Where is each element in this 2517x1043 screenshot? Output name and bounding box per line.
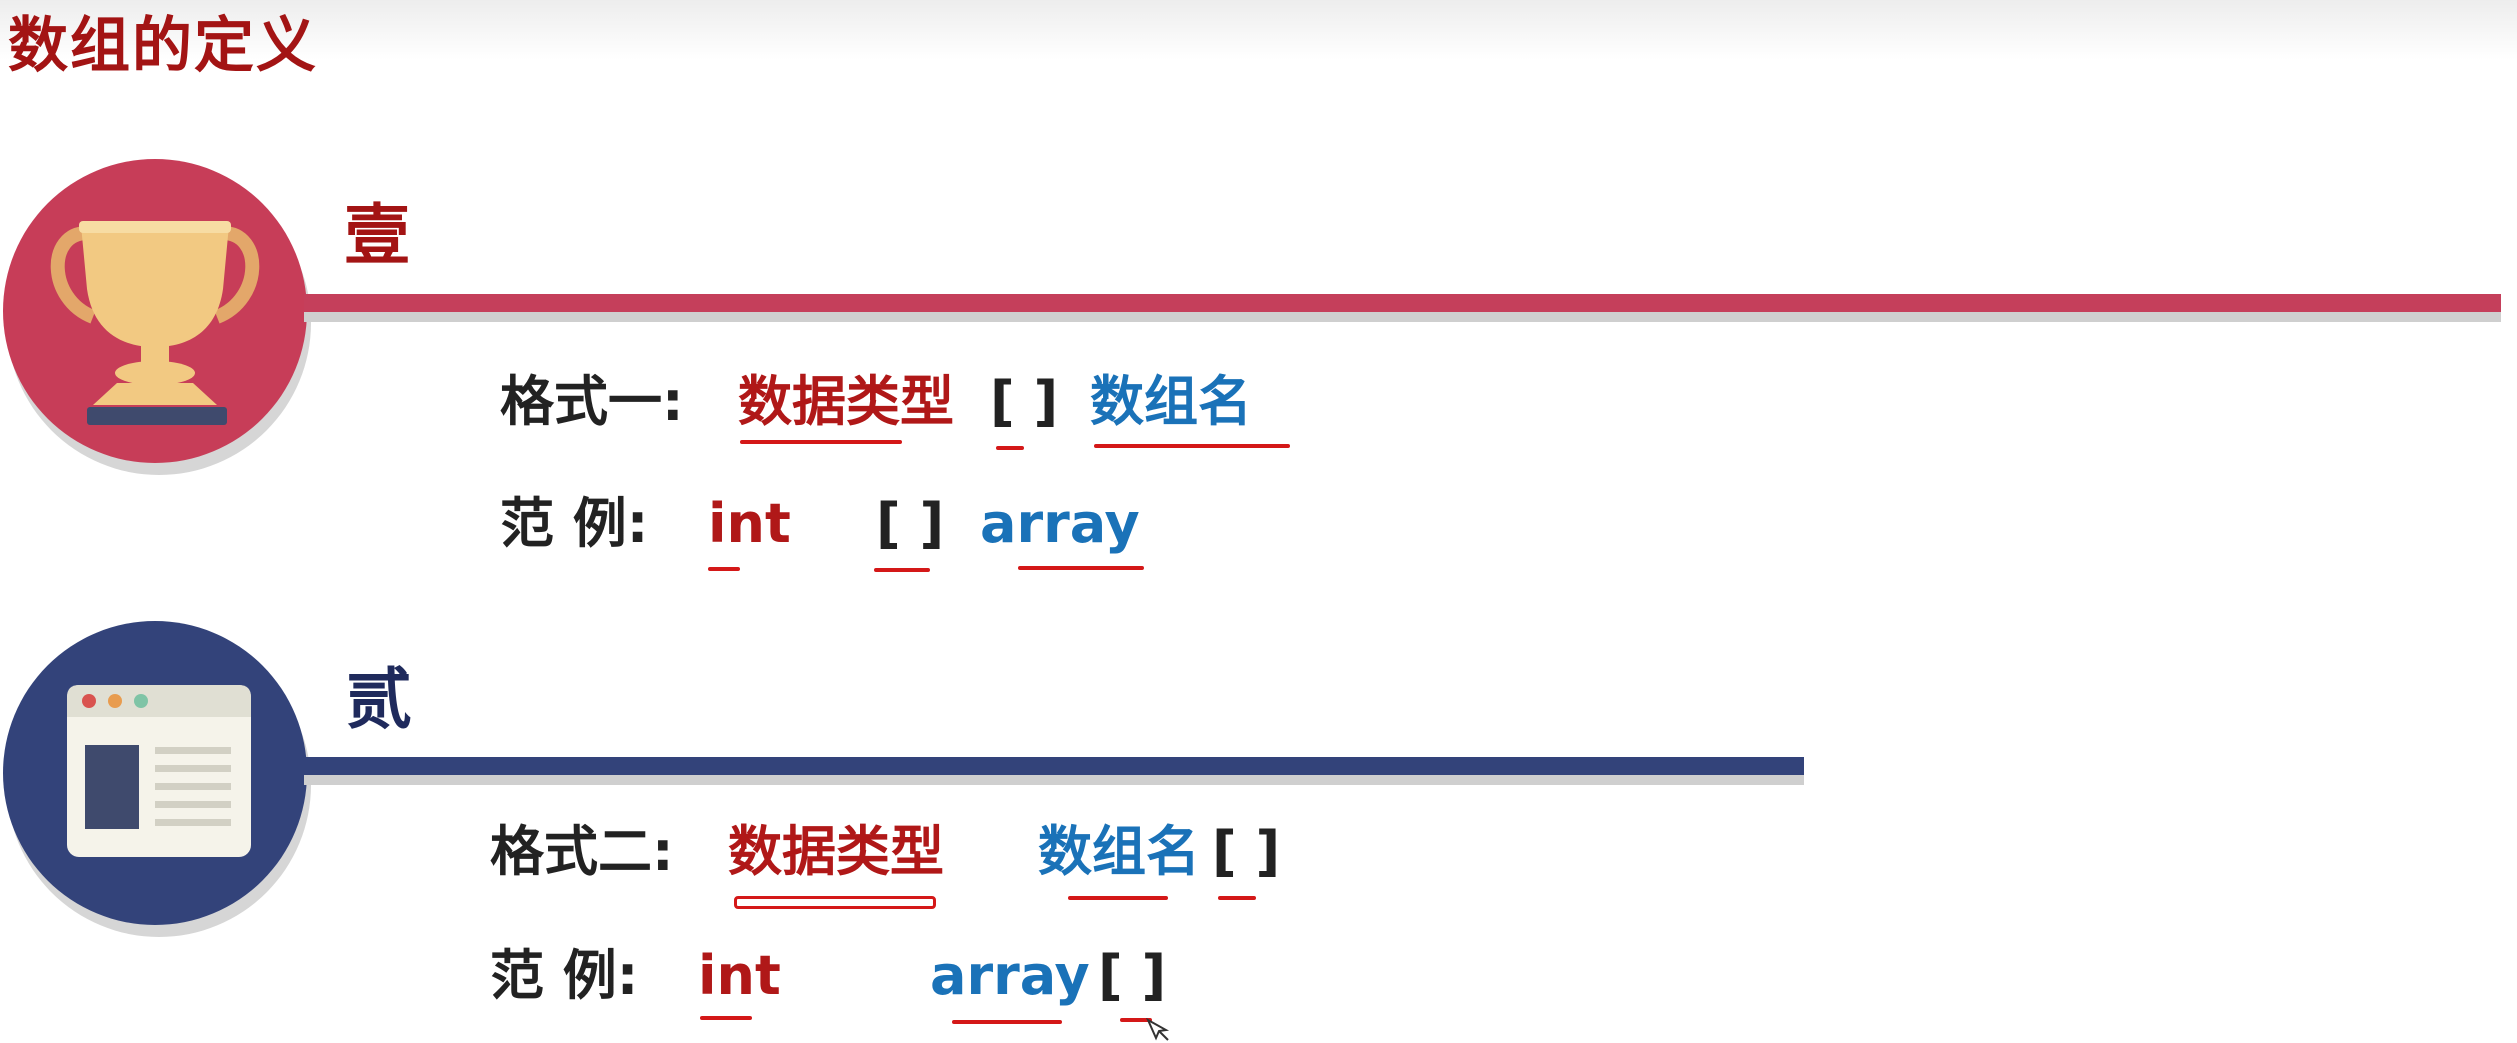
format-two-name: 数组名 [1038,820,1200,883]
pen-cursor-icon [1146,1018,1170,1041]
example-two-name: array [930,944,1090,1007]
section-two-badge [3,621,307,925]
example-one-type-underline [708,567,740,571]
format-one-name-underline [1094,444,1290,448]
format-one-type: 数据类型 [738,370,954,433]
example-one-name-underline [1018,566,1144,570]
section-one-divider [304,294,2501,312]
format-one-name: 数组名 [1090,370,1252,433]
format-two-label: 格式二: [490,820,674,883]
example-two-name-underline [952,1020,1062,1024]
example-one-name: array [980,492,1140,555]
example-two-type: int [698,944,781,1007]
format-two-type-underline [734,896,936,909]
section-one-example-line: 范 例: int [ ] array [500,484,1240,564]
section-one-format-line: 格式一: 数据类型 [ ] 数组名 [500,362,1340,442]
example-one-brackets: [ ] [876,492,945,555]
section-two-divider [304,757,1804,775]
format-one-type-underline [740,440,902,444]
format-one-brackets: [ ] [990,370,1059,433]
example-two-type-underline [700,1016,752,1020]
example-one-type: int [708,492,791,555]
format-two-name-underline [1068,896,1168,900]
format-one-brackets-underline [996,446,1024,450]
example-one-brackets-underline [874,568,930,572]
section-two-number: 贰 [346,661,412,738]
section-two-example-line: 范 例: int array [ ] [490,936,1290,1016]
format-two-brackets: [ ] [1212,820,1281,883]
top-shade [0,0,2517,60]
example-one-label: 范 例: [500,492,649,555]
format-one-label: 格式一: [500,370,684,433]
example-two-label: 范 例: [490,944,639,1007]
section-one-number: 壹 [344,197,410,274]
example-two-brackets: [ ] [1098,944,1167,1007]
section-two-format-line: 格式二: 数据类型 数组名 [ ] [490,812,1290,892]
trophy-icon [50,221,260,425]
format-two-brackets-underline [1218,896,1256,900]
format-two-type: 数据类型 [728,820,944,883]
page-title: 数组的定义 [8,11,318,81]
section-one-badge [3,159,307,463]
browser-window-icon [67,685,251,857]
